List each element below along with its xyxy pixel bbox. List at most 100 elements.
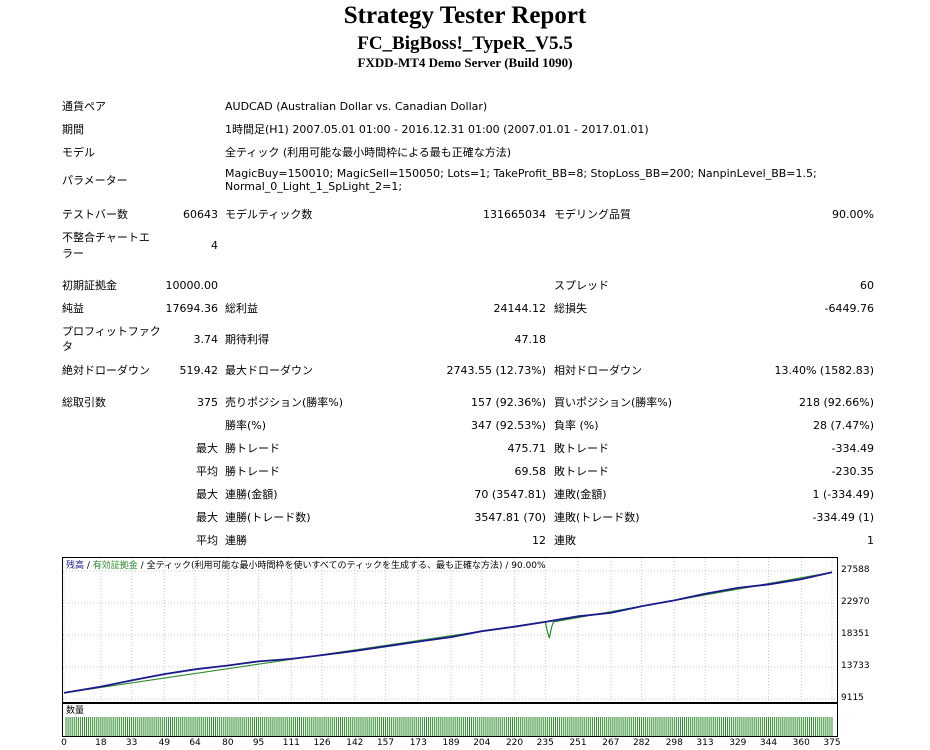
x-tick-label-6: 95	[252, 738, 265, 748]
x-tick-label-11: 173	[409, 738, 427, 748]
mismatch-label-2: ラー	[62, 247, 84, 260]
legend-balance: 残高	[66, 559, 84, 571]
legend-separator-1: /	[84, 561, 93, 571]
model-value: 全ティック (利用可能な最小時間枠による最も正確な方法)	[225, 146, 512, 159]
win-rate-label: 勝率(%)	[225, 419, 267, 432]
y-tick-label-3: 22970	[841, 596, 870, 607]
x-tick-label-13: 204	[473, 738, 491, 748]
max-cons-losses-count-value: -334.49 (1)	[812, 511, 874, 524]
y-tick-label-0: 9115	[841, 693, 864, 703]
abs-drawdown-label: 絶対ドローダウン	[62, 364, 150, 377]
x-tick-label-16: 251	[569, 738, 587, 748]
largest-label: 最大	[196, 442, 218, 455]
legend-equity: 有効証拠金	[93, 559, 138, 571]
deposit-value: 10000.00	[165, 279, 219, 292]
x-tick-label-1: 18	[95, 738, 107, 748]
expected-payoff-value: 47.18	[514, 333, 547, 346]
x-tick-label-18: 282	[632, 738, 651, 748]
bars-label: テストバー数	[62, 208, 128, 221]
bars-value: 60643	[183, 208, 218, 221]
total-trades-value: 375	[197, 396, 218, 409]
volume-label: 数量	[66, 704, 84, 716]
short-positions-label: 売りポジション(勝率%)	[225, 396, 344, 409]
loss-rate-value: 28 (7.47%)	[812, 419, 874, 432]
spread-label: スプレッド	[554, 279, 609, 292]
max-drawdown-label: 最大ドローダウン	[225, 364, 313, 377]
quality-label: モデリング品質	[554, 208, 631, 221]
max-cons-losses-count-label: 連敗(トレード数)	[554, 511, 640, 524]
volume-bars	[65, 717, 833, 736]
x-tick-label-4: 64	[189, 738, 201, 748]
largest-win-label: 勝トレード	[225, 442, 280, 455]
rel-drawdown-label: 相対ドローダウン	[554, 364, 642, 377]
x-tick-label-0: 0	[61, 738, 67, 748]
max-cons-losses-amount-value: 1 (-334.49)	[812, 488, 874, 501]
spread-value: 60	[860, 279, 874, 292]
x-tick-label-23: 360	[792, 738, 810, 748]
params-label: パラメーター	[62, 174, 128, 187]
symbol-label: 通貨ペア	[62, 100, 106, 113]
profit-factor-label-2: タ	[62, 340, 73, 353]
max-cons-wins-amount-value: 70 (3547.81)	[474, 488, 546, 501]
x-tick-label-8: 126	[313, 738, 331, 748]
avg-loss-value: -230.35	[831, 465, 874, 478]
legend-separator-2: /	[138, 561, 147, 571]
rel-drawdown-value: 13.40% (1582.83)	[774, 364, 874, 377]
chart-frame	[62, 557, 838, 703]
gross-loss-value: -6449.76	[824, 302, 874, 315]
avg-win-value: 69.58	[514, 465, 547, 478]
ticks-value: 131665034	[483, 208, 546, 221]
avg-cons-wins-label: 連勝	[225, 534, 247, 547]
report-title: Strategy Tester Report	[343, 2, 587, 29]
mismatch-label-1: 不整合チャートエ	[62, 231, 150, 244]
x-tick-label-19: 298	[665, 738, 683, 748]
x-tick-label-22: 344	[759, 738, 778, 748]
short-positions-value: 157 (92.36%)	[470, 396, 546, 409]
x-tick-label-14: 220	[505, 738, 524, 748]
gross-loss-label: 総損失	[554, 302, 587, 315]
average-label: 平均	[196, 465, 218, 478]
params-line-1: MagicBuy=150010; MagicSell=150050; Lots=…	[225, 167, 817, 180]
ea-name: FC_BigBoss!_TypeR_V5.5	[357, 33, 573, 54]
x-tick-label-15: 235	[536, 738, 554, 748]
x-tick-label-2: 33	[125, 738, 138, 748]
y-tick-label-1: 13733	[841, 661, 870, 671]
x-tick-label-24: 375	[823, 738, 841, 748]
quality-value: 90.00%	[832, 208, 874, 221]
avg-cons-losses-value: 1	[867, 534, 874, 547]
deposit-label: 初期証拠金	[62, 279, 117, 292]
loss-rate-label: 負率 (%)	[554, 419, 599, 432]
long-positions-label: 買いポジション(勝率%)	[554, 396, 673, 409]
x-tick-label-20: 313	[696, 738, 714, 748]
balance-chart: 残高 / 有効証拠金 / 全ティック(利用可能な最小時間枠を使いすべてのティック…	[62, 557, 838, 703]
max-cons-wins-count-value: 3547.81 (70)	[474, 511, 546, 524]
avg-loss-label: 敗トレード	[554, 465, 609, 478]
y-tick-label-4: 27588	[841, 565, 870, 575]
chart-legend: 残高 / 有効証拠金 / 全ティック(利用可能な最小時間枠を使いすべてのティック…	[66, 559, 546, 571]
max-cons-losses-amount-label: 連敗(金額)	[554, 488, 607, 501]
y-tick-label-2: 18351	[841, 629, 870, 639]
x-tick-label-21: 329	[729, 738, 747, 748]
max-drawdown-value: 2743.55 (12.73%)	[446, 364, 546, 377]
x-tick-label-5: 80	[222, 738, 234, 748]
legend-model: 全ティック(利用可能な最小時間枠を使いすべてのティックを生成する、最も正確な方法…	[147, 559, 546, 571]
gross-profit-value: 24144.12	[493, 302, 547, 315]
win-rate-value: 347 (92.53%)	[470, 419, 546, 432]
avg-cons-losses-label: 連敗	[554, 534, 576, 547]
expected-payoff-label: 期待利得	[225, 333, 269, 346]
mismatch-value: 4	[211, 239, 218, 252]
net-value: 17694.36	[165, 302, 219, 315]
profit-factor-label-1: プロフィットファク	[62, 325, 161, 338]
symbol-value: AUDCAD (Australian Dollar vs. Canadian D…	[225, 100, 488, 113]
largest-loss-value: -334.49	[831, 442, 874, 455]
profit-factor-value: 3.74	[193, 333, 219, 346]
x-tick-label-12: 189	[442, 738, 460, 748]
x-tick-label-17: 267	[602, 738, 620, 748]
max-cons-label-2: 最大	[196, 511, 218, 524]
largest-win-value: 475.71	[507, 442, 547, 455]
largest-loss-label: 敗トレード	[554, 442, 609, 455]
period-value: 1時間足(H1) 2007.05.01 01:00 - 2016.12.31 0…	[225, 123, 649, 136]
max-cons-label-1: 最大	[196, 488, 218, 501]
x-tick-label-9: 142	[346, 738, 364, 748]
max-cons-wins-count-label: 連勝(トレード数)	[225, 511, 311, 524]
